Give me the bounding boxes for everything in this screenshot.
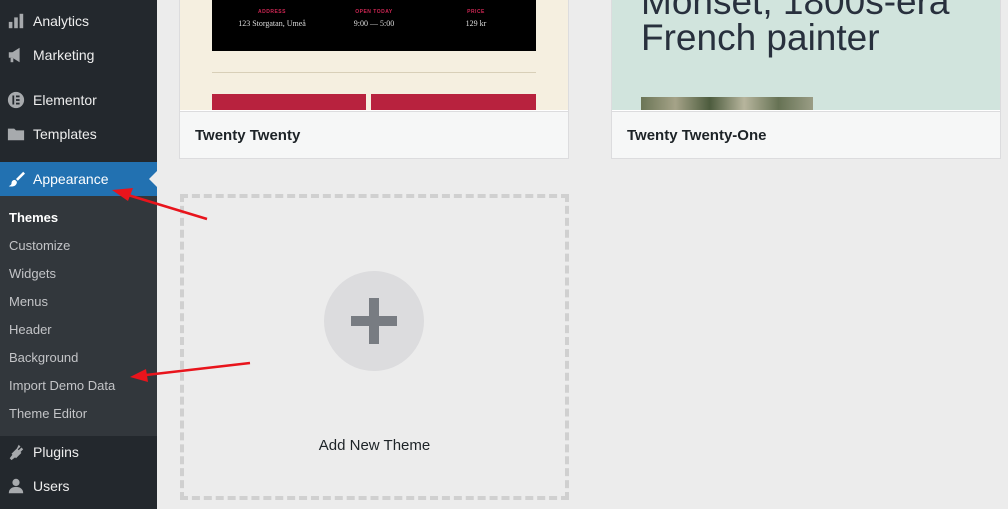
admin-sidebar: Analytics Marketing Elementor Templates … (0, 0, 157, 509)
theme-card-twenty-twenty[interactable]: ADDRESS 123 Storgatan, Umeå OPEN TODAY 9… (179, 0, 569, 159)
menu-item-appearance[interactable]: Appearance (0, 162, 157, 196)
submenu-item-menus[interactable]: Menus (9, 294, 48, 309)
menu-item-label: Templates (33, 126, 97, 142)
user-icon (6, 476, 26, 496)
appearance-submenu: Themes Customize Widgets Menus Header Ba… (0, 196, 157, 436)
menu-item-elementor[interactable]: Elementor (0, 83, 157, 117)
submenu-item-import-demo-data[interactable]: Import Demo Data (9, 378, 115, 393)
add-new-theme-label: Add New Theme (318, 437, 431, 454)
submenu-item-theme-editor[interactable]: Theme Editor (9, 406, 87, 421)
submenu-item-widgets[interactable]: Widgets (9, 266, 56, 281)
menu-item-label: Appearance (33, 171, 109, 187)
theme-name: Twenty Twenty-One (612, 111, 1000, 158)
plugin-icon (6, 442, 26, 462)
menu-item-plugins[interactable]: Plugins (0, 435, 157, 469)
menu-item-label: Marketing (33, 47, 95, 63)
submenu-item-header[interactable]: Header (9, 322, 52, 337)
folder-icon (6, 124, 26, 144)
menu-item-templates[interactable]: Templates (0, 117, 157, 151)
menu-item-label: Plugins (33, 444, 79, 460)
bar-chart-icon (6, 11, 26, 31)
elementor-icon (6, 90, 26, 110)
menu-item-label: Analytics (33, 13, 90, 29)
submenu-item-background[interactable]: Background (9, 350, 78, 365)
theme-card-twenty-twenty-one[interactable]: Monset, 1800s-era French painter Twenty … (611, 0, 1001, 159)
menu-item-users[interactable]: Users (0, 469, 157, 503)
plus-icon (351, 298, 397, 344)
megaphone-icon (6, 45, 26, 65)
paintbrush-icon (6, 169, 26, 189)
theme-name: Twenty Twenty (180, 111, 568, 158)
menu-item-label: Users (33, 478, 70, 494)
add-theme-circle (324, 271, 424, 371)
menu-item-marketing[interactable]: Marketing (0, 38, 157, 72)
theme-screenshot: ADDRESS 123 Storgatan, Umeå OPEN TODAY 9… (180, 0, 568, 110)
menu-item-analytics[interactable]: Analytics (0, 4, 157, 38)
submenu-item-customize[interactable]: Customize (9, 238, 70, 253)
submenu-item-themes[interactable]: Themes (9, 210, 58, 225)
add-new-theme-button[interactable]: Add New Theme (180, 194, 569, 500)
menu-item-label: Elementor (33, 92, 97, 108)
theme-screenshot: Monset, 1800s-era French painter (612, 0, 1000, 110)
